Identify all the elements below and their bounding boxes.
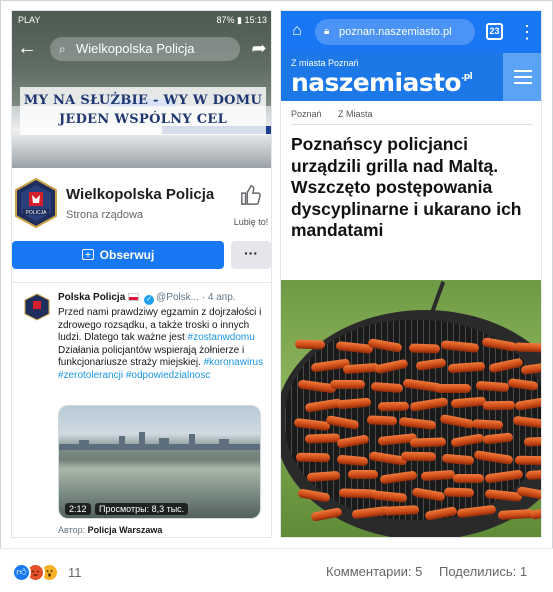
site-logo[interactable]: naszemiasto.pl [291, 68, 473, 97]
facebook-page-screenshot: PLAY 87% ▮ 15:13 ← ⌕ Wielkopolska Policj… [11, 10, 272, 538]
post-image-frame[interactable]: PLAY 87% ▮ 15:13 ← ⌕ Wielkopolska Policj… [0, 0, 553, 548]
article-photo-grill-sausages[interactable] [281, 280, 541, 537]
kebab-menu-icon[interactable]: ⋮ [517, 19, 537, 45]
sausage [471, 419, 504, 430]
sausage [523, 436, 541, 447]
follow-label: Obserwuj [99, 248, 155, 262]
tweet-text: Przed nami prawdziwy egzamin z dojrzałoś… [58, 307, 268, 383]
page-profile: POLICJA Wielkopolska Policja Strona rząd… [12, 176, 271, 238]
comments-count-link[interactable]: Комментарии: 5 [326, 564, 422, 579]
article-headline[interactable]: Poznańscy policjanci urządzili grilla na… [291, 134, 539, 242]
page-category: Strona rządowa [66, 209, 144, 221]
video-duration: 2:12 [65, 503, 91, 515]
cover-banner: MY NA SŁUŻBIE - WY W DOMU JEDEN WSPÓLNY … [20, 87, 266, 135]
sausage [443, 487, 475, 498]
browser-toolbar: ⌂ 🔒︎ poznan.naszemiasto.pl 23 ⋮ [281, 11, 541, 53]
facebook-post: PLAY 87% ▮ 15:13 ← ⌕ Wielkopolska Policj… [0, 0, 553, 592]
tweet-handle[interactable]: @Polsk... [156, 292, 199, 303]
logo-text: naszemiasto [291, 68, 462, 97]
tweet-author-name[interactable]: Polska Policja [58, 292, 125, 303]
sausage [435, 384, 471, 393]
banner-line-1: MY NA SŁUŻBIE - WY W DOMU [23, 93, 263, 108]
video-author-label: Автор: [58, 525, 86, 535]
sausage [310, 507, 343, 522]
sausage [453, 474, 484, 483]
thumbs-up-icon [230, 184, 271, 211]
sausage [408, 343, 441, 354]
url-text: poznan.naszemiasto.pl [339, 26, 452, 38]
divider [291, 124, 533, 125]
hamburger-icon[interactable] [503, 53, 541, 101]
reactions-summary[interactable]: 👍︎ 11 [12, 562, 82, 582]
search-icon: ⌕ [59, 42, 66, 56]
search-input[interactable]: ⌕ Wielkopolska Policja [50, 37, 240, 61]
verified-icon: ✓ [144, 295, 155, 305]
facebook-top-nav: ← ⌕ Wielkopolska Policja ➦ [12, 35, 271, 63]
address-bar[interactable]: 🔒︎ poznan.naszemiasto.pl [315, 19, 475, 45]
share-icon[interactable]: ➦ [248, 37, 270, 59]
hashtag-koronawirus[interactable]: #koronawirus [204, 357, 263, 368]
sausage [400, 451, 437, 462]
banner-line-2: JEDEN WSPÓLNY CEL [58, 112, 228, 127]
tweet-date: · 4 апр. [201, 292, 236, 303]
breadcrumb-item[interactable]: Poznań [291, 109, 322, 119]
site-subtitle[interactable]: Z miasta Poznań [291, 58, 359, 68]
sausage [366, 415, 398, 426]
sausage [529, 504, 541, 521]
follow-button[interactable]: Obserwuj [12, 241, 224, 269]
more-button[interactable]: ··· [231, 241, 271, 269]
breadcrumb: Poznań Z Miasta [291, 109, 387, 119]
tweet-video[interactable]: 2:12 Просмотры: 8,3 тыс. [58, 405, 261, 519]
sausage [304, 433, 341, 444]
logo-suffix: .pl [460, 72, 473, 82]
reaction-count: 11 [68, 564, 82, 580]
status-indicators: 87% ▮ 15:13 [216, 14, 268, 25]
sausage [383, 505, 420, 516]
sausage [525, 468, 541, 481]
home-icon[interactable]: ⌂ [287, 21, 307, 41]
hashtag-zerotolerancji[interactable]: #zerotolerancji [58, 370, 123, 381]
post-footer: 👍︎ 11 Комментарии: 5 Поделились: 1 [0, 548, 553, 592]
sausage [513, 342, 541, 353]
messenger-plus-icon [81, 248, 94, 263]
search-text: Wielkopolska Policja [76, 41, 195, 56]
hashtag-odpowiedzialnosc[interactable]: #odpowiedzialnosc [126, 370, 211, 381]
phone-status-bar: PLAY 87% ▮ 15:13 [12, 11, 271, 29]
svg-text:POLICJA: POLICJA [26, 210, 48, 216]
sausage [377, 401, 410, 412]
police-badge-avatar[interactable]: POLICJA [14, 178, 58, 228]
news-article-screenshot: ⌂ 🔒︎ poznan.naszemiasto.pl 23 ⋮ Z miasta… [280, 10, 542, 538]
video-author-name[interactable]: Policja Warszawa [88, 525, 163, 535]
tweet-header: Polska Policja ✓ @Polsk... · 4 апр. [58, 292, 236, 305]
sausage [482, 400, 516, 411]
video-views: Просмотры: 8,3 тыс. [95, 503, 189, 515]
site-header: Z miasta Poznań naszemiasto.pl [281, 53, 541, 101]
sausage [497, 509, 535, 520]
cover-photo: PLAY 87% ▮ 15:13 ← ⌕ Wielkopolska Policj… [12, 11, 271, 168]
sausage [330, 380, 365, 389]
sausage [348, 470, 378, 479]
like-reaction-icon: 👍︎ [12, 562, 31, 582]
like-label: Lubię to! [233, 217, 269, 227]
embedded-tweet[interactable]: Polska Policja ✓ @Polsk... · 4 апр. Przed… [12, 282, 271, 537]
back-arrow-icon[interactable]: ← [16, 37, 38, 59]
sausage [294, 339, 326, 350]
page-name[interactable]: Wielkopolska Policja [66, 186, 214, 203]
sausage [514, 455, 541, 466]
tabs-icon[interactable]: 23 [486, 23, 503, 40]
hashtag-zostanwdomu[interactable]: #zostanwdomu [188, 332, 255, 343]
shares-count-link[interactable]: Поделились: 1 [439, 564, 527, 579]
video-author: Автор: Policja Warszawa [58, 525, 162, 535]
poland-flag-icon [128, 293, 140, 301]
carrier-label: PLAY [18, 15, 41, 25]
breadcrumb-item[interactable]: Z Miasta [338, 109, 373, 119]
lock-icon: 🔒︎ [324, 26, 330, 37]
sausage [295, 452, 331, 463]
city-skyline [59, 432, 260, 450]
like-page-button[interactable]: Lubię to! [230, 184, 271, 227]
tweet-avatar[interactable] [24, 293, 50, 321]
sausage [409, 437, 447, 448]
